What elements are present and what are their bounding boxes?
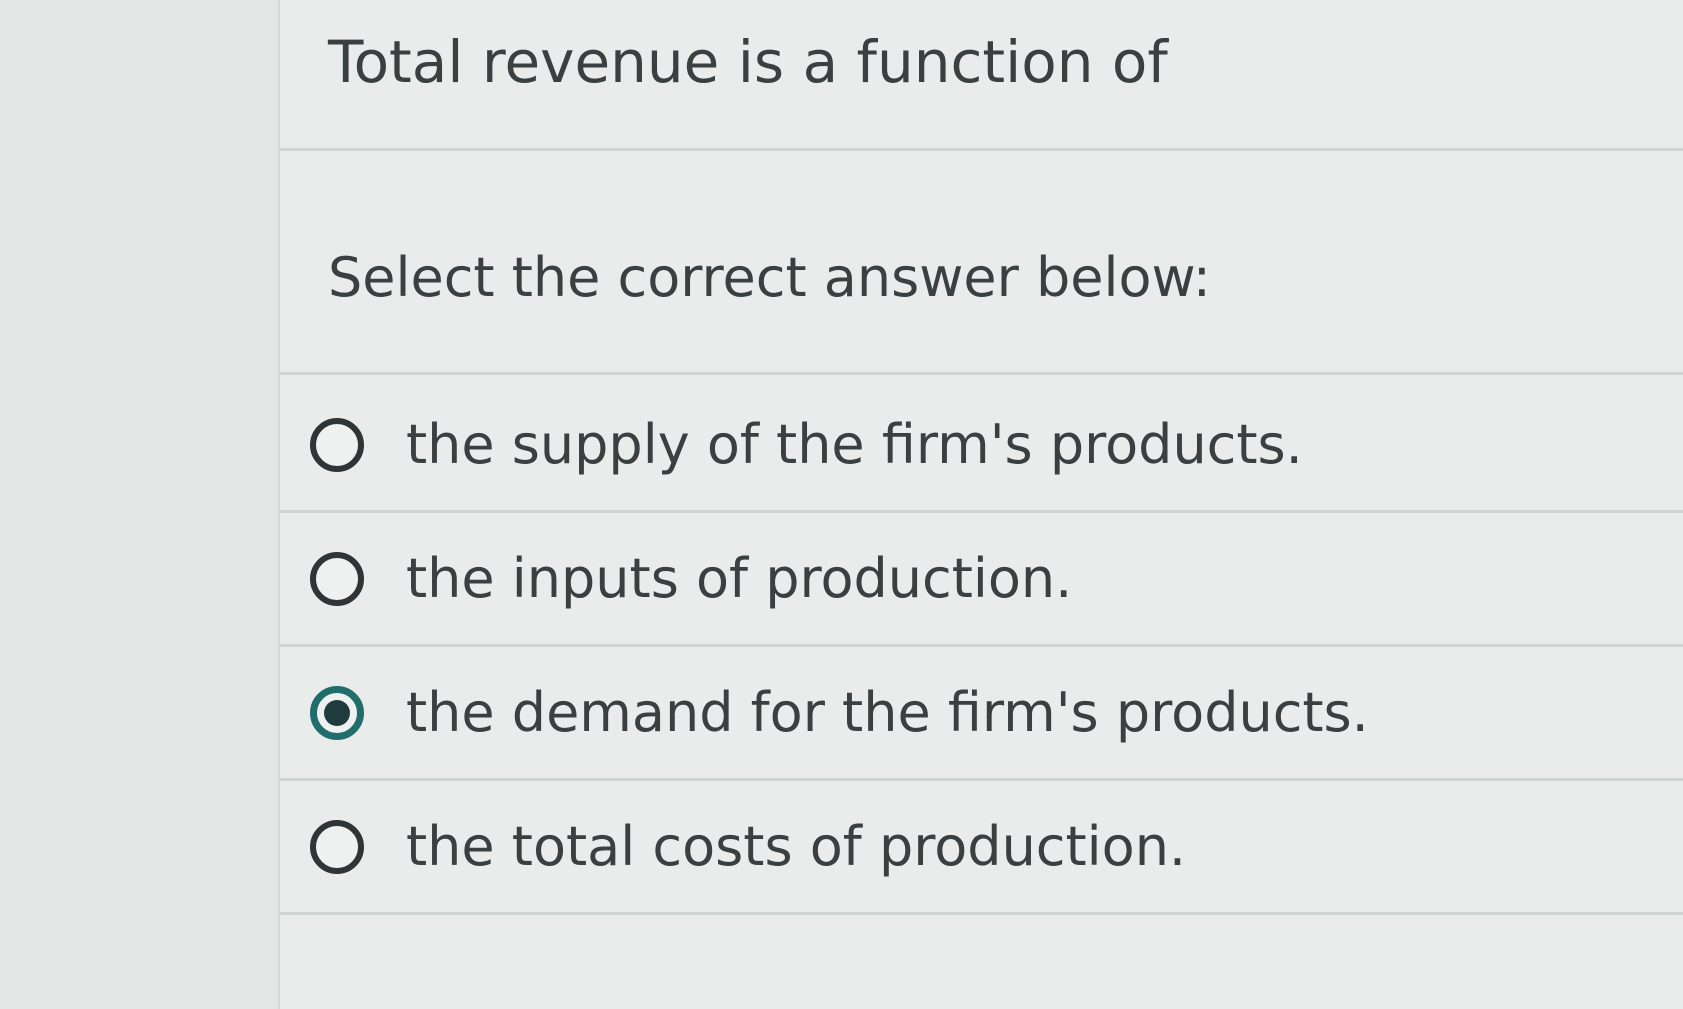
radio-button-icon[interactable] xyxy=(310,820,364,874)
divider xyxy=(280,372,1683,375)
answer-option-2[interactable]: the inputs of production. xyxy=(310,534,1650,624)
divider xyxy=(280,644,1683,647)
radio-button-icon[interactable] xyxy=(310,552,364,606)
answer-option-1[interactable]: the supply of the firm's products. xyxy=(310,400,1650,490)
question-text: Total revenue is a function of xyxy=(328,28,1168,96)
answer-option-3[interactable]: the demand for the firm's products. xyxy=(310,668,1650,758)
page-margin xyxy=(0,0,280,1009)
radio-button-icon[interactable] xyxy=(310,418,364,472)
divider xyxy=(280,510,1683,513)
radio-button-selected-icon[interactable] xyxy=(310,686,364,740)
divider xyxy=(280,148,1683,151)
divider xyxy=(280,912,1683,915)
answer-option-label: the total costs of production. xyxy=(406,815,1187,878)
answer-option-label: the supply of the firm's products. xyxy=(406,413,1303,476)
divider xyxy=(280,778,1683,781)
answer-option-label: the demand for the firm's products. xyxy=(406,681,1369,744)
question-panel: Total revenue is a function of Select th… xyxy=(280,0,1683,1009)
answer-option-label: the inputs of production. xyxy=(406,547,1073,610)
answer-option-4[interactable]: the total costs of production. xyxy=(310,802,1650,892)
answer-instruction: Select the correct answer below: xyxy=(328,246,1211,309)
